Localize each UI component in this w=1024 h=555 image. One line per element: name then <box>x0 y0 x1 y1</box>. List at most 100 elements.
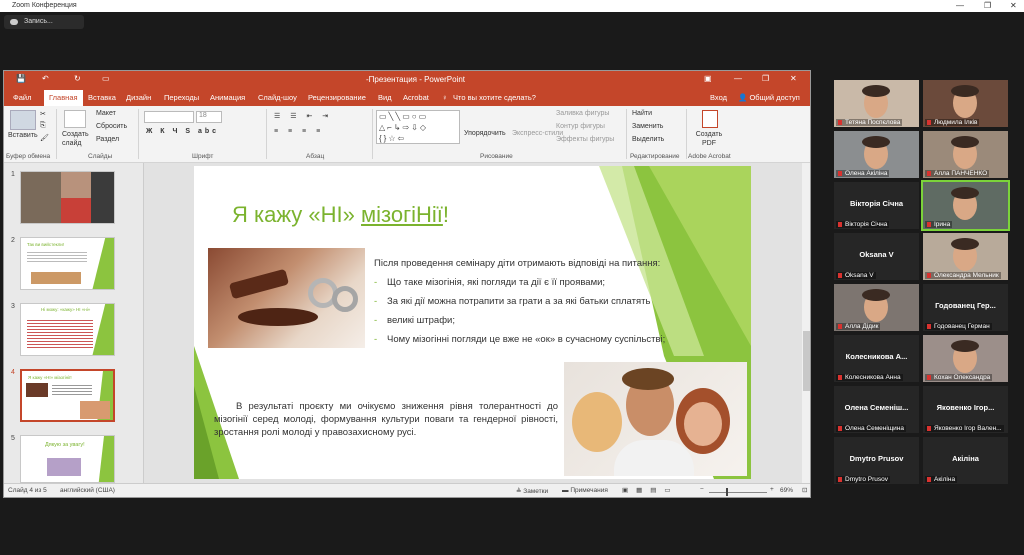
zoom-in-icon[interactable]: + <box>770 486 774 493</box>
participant-tile[interactable]: Колесникова А... Колесникова Анна <box>834 335 919 382</box>
minimize-icon[interactable]: — <box>956 0 964 12</box>
participant-name: Годованец Гер... <box>935 301 996 310</box>
thumbnail-slide-4[interactable]: Я кажу «НІ» мізогінії! <box>20 369 115 422</box>
font-size-input[interactable]: 18 <box>196 111 222 123</box>
section-button[interactable]: Раздел <box>96 136 119 143</box>
separator <box>372 109 373 159</box>
participant-tile[interactable]: Олександра Мельник <box>923 233 1008 280</box>
ppt-close-icon[interactable]: ✕ <box>790 74 797 83</box>
tab-design[interactable]: Дизайн <box>126 93 151 102</box>
tell-me-input[interactable]: Что вы хотите сделать? <box>453 93 536 102</box>
tab-review[interactable]: Рецензирование <box>308 93 366 102</box>
notes-button[interactable]: ≜ Заметки <box>516 487 548 495</box>
thumbnail-slide-1[interactable] <box>20 171 115 224</box>
thumbnail-slide-2[interactable]: Так ви вийстекли! <box>20 237 115 290</box>
participant-label: Годованец Герман <box>925 323 992 330</box>
participant-name: Акіліна <box>952 454 979 463</box>
current-slide[interactable]: Я кажу «НІ» мізогіНії! Після проведення … <box>194 166 751 479</box>
paste-button[interactable]: Вставить <box>8 132 38 139</box>
participant-name: Oksana V <box>859 250 894 259</box>
reset-button[interactable]: Сбросить <box>96 123 127 130</box>
replace-button[interactable]: Заменить <box>632 123 663 130</box>
participant-tile[interactable]: Oksana V Oksana V <box>834 233 919 280</box>
layout-button[interactable]: Макет <box>96 110 116 117</box>
ribbon: Вставить ✂ ⎘ 🖌 Буфер обмена Создать слай… <box>4 106 810 163</box>
shape-outline-button[interactable]: Контур фигуры <box>556 123 605 130</box>
fit-slide-icon[interactable]: ⊡ <box>802 486 807 494</box>
find-button[interactable]: Найти <box>632 110 652 117</box>
align-icons[interactable]: ≡ ≡ ≡ ≡ <box>274 128 324 135</box>
new-slide-button[interactable]: Создать слайд <box>62 130 92 148</box>
present-icon[interactable]: ▭ <box>102 74 110 83</box>
participant-tile[interactable]: Алла Дідик <box>834 284 919 331</box>
participant-label: Вікторія Січна <box>836 221 890 228</box>
participant-tile[interactable]: Ірина <box>921 180 1010 231</box>
cut-icon[interactable]: ✂ <box>40 110 46 118</box>
arrange-button[interactable]: Упорядочить <box>464 130 506 137</box>
shapes-gallery[interactable]: ▭╲╲▭○▭ △⌐↳⇨⇩◇ {}☆⇦ <box>376 110 460 144</box>
font-style-buttons[interactable]: Ж К Ч S abc <box>146 128 219 135</box>
sign-in-link[interactable]: Вход <box>710 93 727 102</box>
participant-tile[interactable]: Тетяна Поспєлова <box>834 80 919 127</box>
format-painter-icon[interactable]: 🖌 <box>40 134 49 142</box>
zoom-slider-thumb[interactable] <box>726 488 728 496</box>
participant-label: Акіліна <box>925 476 958 483</box>
comments-label: Примечания <box>570 487 608 494</box>
ppt-maximize-icon[interactable]: ❐ <box>762 74 769 83</box>
participant-tile[interactable]: Яковенко Ігор... Яковенко Ігор Вален... <box>923 386 1008 433</box>
vertical-scrollbar[interactable] <box>802 163 810 483</box>
tab-slideshow[interactable]: Слайд-шоу <box>258 93 297 102</box>
participant-tile[interactable]: Вікторія Січна Вікторія Січна <box>834 182 919 229</box>
participant-hair <box>951 187 979 199</box>
maximize-icon[interactable]: ❐ <box>984 0 991 12</box>
shape-fill-button[interactable]: Заливка фигуры <box>556 110 609 117</box>
slide-title-text: Я кажу «НІ» <box>232 202 362 227</box>
tab-animation[interactable]: Анимация <box>210 93 245 102</box>
tab-acrobat[interactable]: Acrobat <box>403 93 429 102</box>
participant-hair <box>951 136 979 148</box>
participant-label: Людмила Ілків <box>925 119 980 126</box>
tab-insert[interactable]: Вставка <box>88 93 116 102</box>
font-name-input[interactable] <box>144 111 194 123</box>
participant-tile[interactable]: Годованец Гер... Годованец Герман <box>923 284 1008 331</box>
create-pdf-button[interactable]: Создать PDF <box>694 130 724 148</box>
list-icons[interactable]: ☰ ☰ ⇤ ⇥ <box>274 112 332 120</box>
view-buttons[interactable]: ▣▦▤▭ <box>622 486 679 494</box>
participant-tile[interactable]: Акіліна Акіліна <box>923 437 1008 484</box>
close-icon[interactable]: ✕ <box>1010 0 1017 12</box>
zoom-slider[interactable] <box>709 492 767 493</box>
participant-tile[interactable]: Dmytro Prusov Dmytro Prusov <box>834 437 919 484</box>
language-status[interactable]: английский (США) <box>60 487 115 494</box>
thumbnail-slide-5[interactable]: Дякую за увагу! <box>20 435 115 483</box>
shape-effects-button[interactable]: Эффекты фигуры <box>556 136 614 143</box>
copy-icon[interactable]: ⎘ <box>40 122 46 130</box>
undo-icon[interactable]: ↶ <box>42 74 49 83</box>
paste-icon[interactable] <box>10 110 36 130</box>
tab-view[interactable]: Вид <box>378 93 392 102</box>
participant-tile[interactable]: Олена Акіліна <box>834 131 919 178</box>
participant-tile[interactable]: Олена Семеніш... Олена Семеніщина <box>834 386 919 433</box>
ribbon-options-icon[interactable]: ▣ <box>704 74 712 83</box>
participant-tile[interactable]: Людмила Ілків <box>923 80 1008 127</box>
zoom-level[interactable]: 69% <box>780 487 793 494</box>
share-button[interactable]: 👤 Общий доступ <box>738 93 800 102</box>
thumbnail-slide-3[interactable]: Ні можу: «кажу» НІ «ні» <box>20 303 115 356</box>
new-slide-icon[interactable] <box>64 110 86 128</box>
tab-transitions[interactable]: Переходы <box>164 93 199 102</box>
ppt-minimize-icon[interactable]: — <box>734 74 742 83</box>
comments-button[interactable]: ▬ Примечания <box>562 487 608 494</box>
scrollbar-thumb[interactable] <box>803 331 810 391</box>
pdf-icon[interactable] <box>702 110 718 128</box>
participant-tile[interactable]: Кохан Олександра <box>923 335 1008 382</box>
participant-tile[interactable]: Алла ПАНЧЕНКО <box>923 131 1008 178</box>
participant-label: Алла ПАНЧЕНКО <box>925 170 990 177</box>
participant-hair <box>862 136 890 148</box>
tab-file[interactable]: Файл <box>13 93 31 102</box>
save-icon[interactable]: 💾 <box>16 74 26 83</box>
zoom-out-icon[interactable]: − <box>700 486 704 493</box>
tab-home[interactable]: Главная <box>44 90 83 106</box>
select-button[interactable]: Выделить <box>632 136 664 143</box>
participant-hair <box>951 85 979 97</box>
recording-button[interactable]: Запись... <box>4 15 84 29</box>
redo-icon[interactable]: ↻ <box>74 74 81 83</box>
